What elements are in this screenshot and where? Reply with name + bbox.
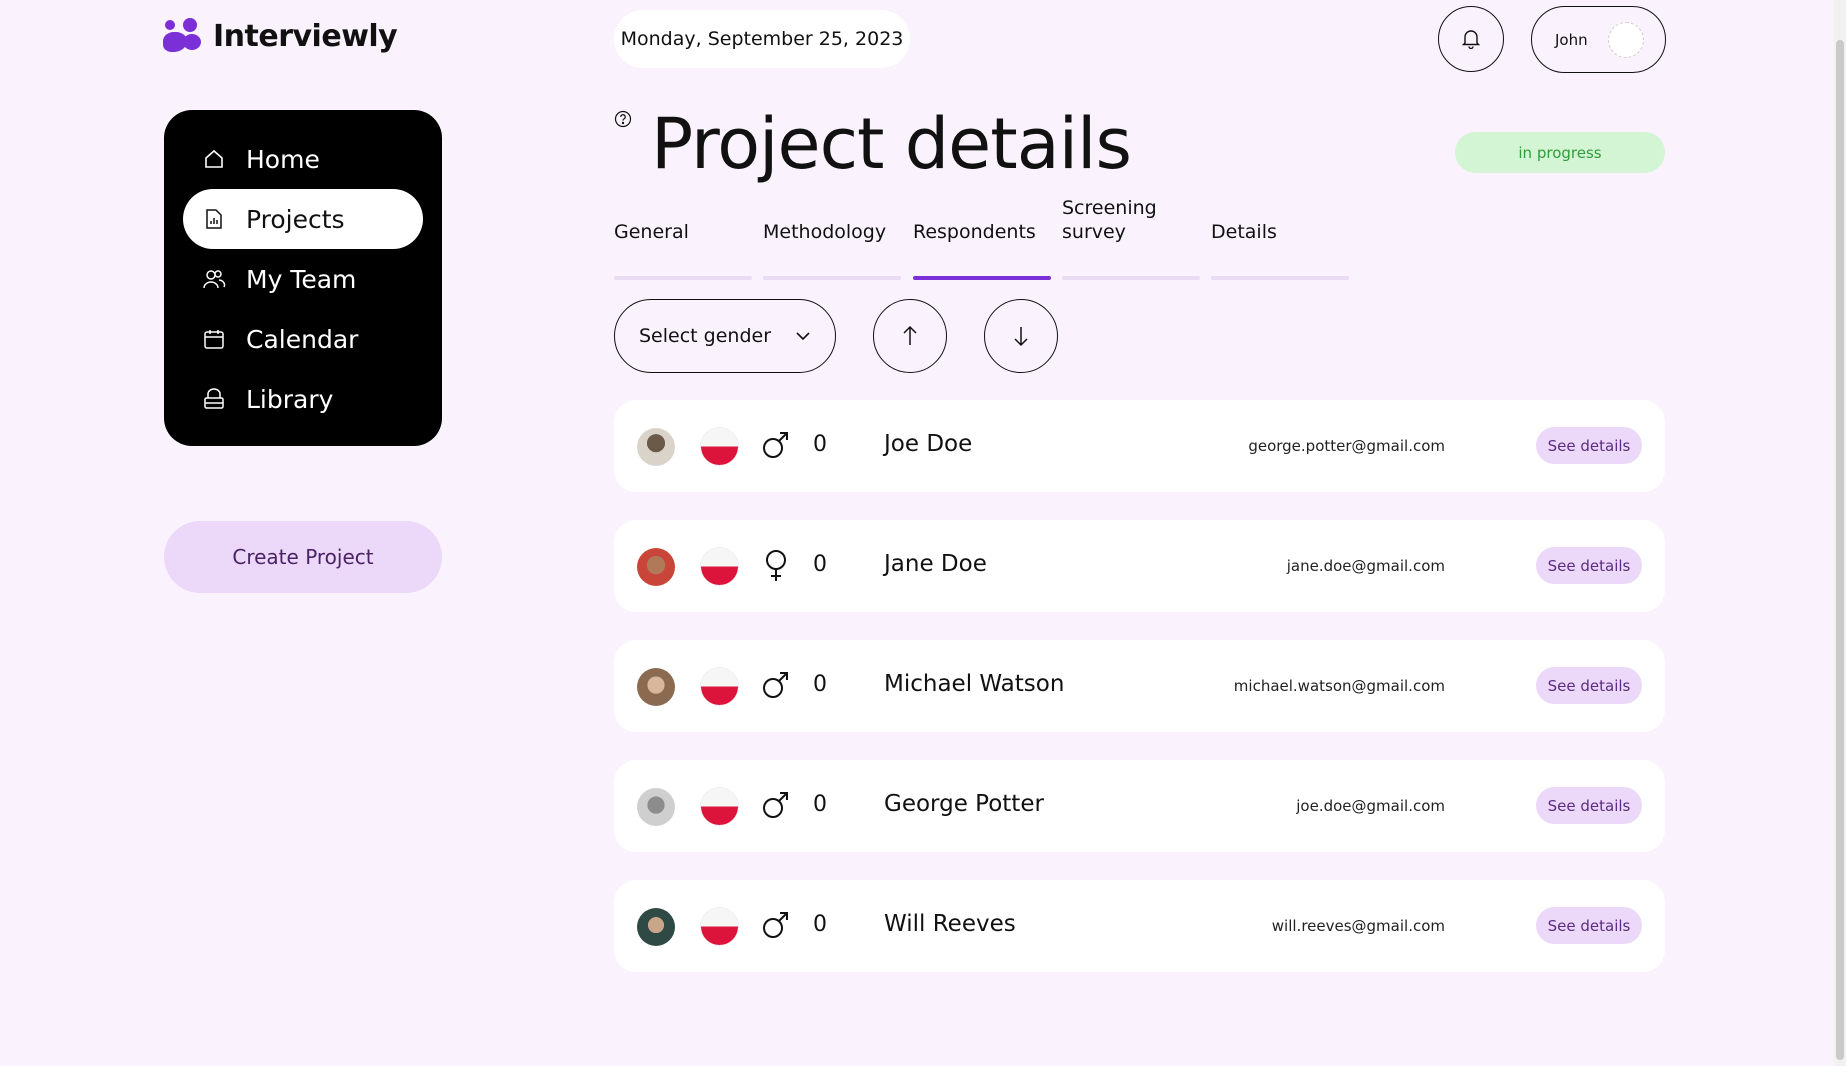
arrow-down-icon	[1014, 327, 1028, 347]
sidebar-item-projects[interactable]: Projects	[183, 189, 423, 249]
sort-ascending-button[interactable]	[873, 299, 947, 373]
female-icon	[766, 550, 786, 581]
avatar	[637, 428, 675, 466]
sidebar-item-home[interactable]: Home	[183, 129, 423, 189]
help-icon[interactable]	[614, 110, 632, 132]
respondent-email: joe.doe@gmail.com	[1296, 797, 1445, 815]
current-date: Monday, September 25, 2023	[614, 10, 910, 68]
respondent-email: jane.doe@gmail.com	[1286, 557, 1445, 575]
user-menu-button[interactable]: John	[1531, 6, 1666, 73]
sidebar-item-label: My Team	[246, 264, 357, 294]
arrow-up-icon	[903, 325, 917, 345]
sidebar-item-library[interactable]: Library	[183, 369, 423, 429]
avatar	[637, 788, 675, 826]
poland-flag-icon	[701, 668, 738, 705]
avatar	[637, 668, 675, 706]
respondent-name: George Potter	[884, 791, 1044, 817]
tab-general[interactable]: General	[614, 220, 752, 244]
respondent-email: michael.watson@gmail.com	[1233, 677, 1445, 695]
respondent-row: 0 George Potter joe.doe@gmail.com See de…	[614, 760, 1665, 852]
avatar	[637, 548, 675, 586]
sidebar-item-calendar[interactable]: Calendar	[183, 309, 423, 369]
tab-indicator	[1211, 276, 1349, 280]
scrollbar-thumb[interactable]	[1836, 40, 1844, 1060]
page-title: Project details	[651, 103, 1132, 185]
tab-methodology[interactable]: Methodology	[763, 220, 901, 244]
response-count: 0	[813, 672, 827, 697]
male-icon	[763, 432, 788, 458]
sidebar-item-label: Calendar	[246, 324, 359, 354]
tab-details[interactable]: Details	[1211, 220, 1349, 244]
notifications-button[interactable]	[1438, 6, 1504, 72]
response-count: 0	[813, 552, 827, 577]
logo-icon	[163, 18, 203, 54]
sidebar-nav: Home Projects My Team Calendar Library	[164, 110, 442, 446]
response-count: 0	[813, 912, 827, 937]
gender-select-label: Select gender	[639, 325, 772, 347]
sidebar-item-label: Home	[246, 144, 320, 174]
see-details-button[interactable]: See details	[1536, 667, 1642, 704]
sidebar-item-label: Library	[246, 384, 334, 414]
respondent-email: will.reeves@gmail.com	[1271, 917, 1445, 935]
poland-flag-icon	[701, 428, 738, 465]
tab-indicator	[763, 276, 901, 280]
tab-indicator	[1062, 276, 1200, 280]
calendar-icon	[202, 327, 226, 351]
see-details-button[interactable]: See details	[1536, 547, 1642, 584]
home-icon	[202, 147, 226, 171]
poland-flag-icon	[701, 548, 738, 585]
app-logo[interactable]: Interviewly	[163, 18, 398, 54]
tab-screening-survey[interactable]: Screening survey	[1062, 196, 1172, 244]
respondent-name: Joe Doe	[884, 431, 973, 457]
poland-flag-icon	[701, 788, 738, 825]
respondent-email: george.potter@gmail.com	[1248, 437, 1445, 455]
response-count: 0	[813, 432, 827, 457]
sidebar-item-label: Projects	[246, 204, 345, 234]
avatar	[637, 908, 675, 946]
response-count: 0	[813, 792, 827, 817]
respondent-row: 0 Michael Watson michael.watson@gmail.co…	[614, 640, 1665, 732]
tab-indicator	[614, 276, 752, 280]
tab-indicator-active	[913, 276, 1051, 280]
archive-icon	[202, 387, 226, 411]
respondent-row: 0 Joe Doe george.potter@gmail.com See de…	[614, 400, 1665, 492]
poland-flag-icon	[701, 908, 738, 945]
respondent-name: Michael Watson	[884, 671, 1065, 697]
app-name: Interviewly	[213, 18, 398, 54]
respondent-row: 0 Jane Doe jane.doe@gmail.com See detail…	[614, 520, 1665, 612]
status-badge: in progress	[1455, 132, 1665, 173]
see-details-button[interactable]: See details	[1536, 427, 1642, 464]
respondent-name: Jane Doe	[884, 551, 987, 577]
male-icon	[763, 672, 788, 698]
respondent-name: Will Reeves	[884, 911, 1016, 937]
user-name: John	[1555, 30, 1588, 49]
see-details-button[interactable]: See details	[1536, 787, 1642, 824]
sort-descending-button[interactable]	[984, 299, 1058, 373]
sidebar-item-my-team[interactable]: My Team	[183, 249, 423, 309]
bell-icon	[1462, 30, 1480, 49]
tab-respondents[interactable]: Respondents	[913, 220, 1051, 244]
respondent-row: 0 Will Reeves will.reeves@gmail.com See …	[614, 880, 1665, 972]
avatar	[1607, 21, 1644, 58]
document-chart-icon	[202, 207, 226, 231]
gender-select[interactable]: Select gender	[614, 299, 836, 373]
see-details-button[interactable]: See details	[1536, 907, 1642, 944]
users-icon	[202, 267, 226, 291]
male-icon	[763, 792, 788, 818]
male-icon	[763, 912, 788, 938]
create-project-button[interactable]: Create Project	[164, 521, 442, 593]
chevron-down-icon	[796, 332, 810, 341]
